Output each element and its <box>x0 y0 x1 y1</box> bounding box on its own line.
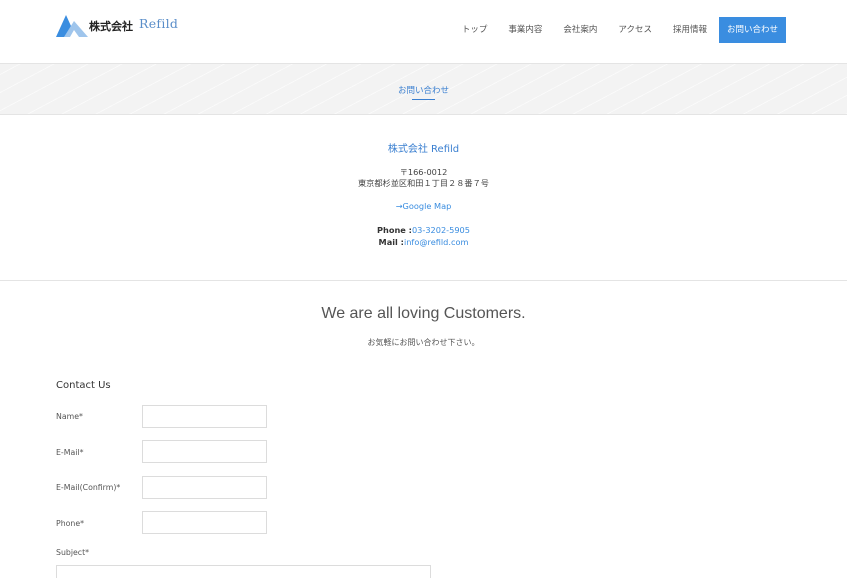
mail-link[interactable]: info@refild.com <box>404 237 468 247</box>
company-name: 株式会社 Refild <box>387 144 460 155</box>
phone-label: Phone : <box>377 225 412 235</box>
nav-item-company[interactable]: 会社案内 <box>563 17 597 43</box>
company-info: 株式会社 Refild 〒166-0012 東京都杉並区和田１丁目２８番７号 →… <box>0 115 847 281</box>
name-label: Name* <box>56 412 83 421</box>
name-input[interactable] <box>142 405 267 428</box>
phone-row: Phone :03-3202-5905 <box>0 225 847 235</box>
page-title-band: お問い合わせ <box>0 63 847 115</box>
email-confirm-label: E-Mail(Confirm)* <box>56 483 121 492</box>
subject-label: Subject* <box>56 548 90 557</box>
nav-item-business[interactable]: 事業内容 <box>508 17 542 43</box>
logo-jp-text: 株式会社 <box>89 20 133 33</box>
title-underline <box>412 99 435 100</box>
email-input[interactable] <box>142 440 267 463</box>
contact-form-title: Contact Us <box>56 380 111 391</box>
site-header: 株式会社 Refild トップ 事業内容 会社案内 アクセス 採用情報 お問い合… <box>0 0 847 63</box>
nav-item-top[interactable]: トップ <box>462 17 488 43</box>
page-title: お問い合わせ <box>397 86 449 96</box>
welcome-heading: We are all loving Customers. <box>321 305 526 322</box>
mail-row: Mail :info@refild.com <box>0 237 847 247</box>
nav-item-recruit[interactable]: 採用情報 <box>673 17 707 43</box>
mail-label: Mail : <box>378 237 404 247</box>
main-nav: トップ 事業内容 会社案内 アクセス 採用情報 お問い合わせ <box>462 17 786 43</box>
subject-input[interactable] <box>56 565 431 578</box>
email-label: E-Mail* <box>56 448 84 457</box>
company-address: 東京都杉並区和田１丁目２８番７号 <box>357 178 489 188</box>
welcome-subtitle: お気軽にお問い合わせ下さい。 <box>367 338 480 347</box>
nav-contact-button[interactable]: お問い合わせ <box>718 17 786 43</box>
phone-field-label: Phone* <box>56 519 85 528</box>
email-confirm-input[interactable] <box>142 476 267 499</box>
phone-input[interactable] <box>142 511 267 534</box>
logo-en-text: Refild <box>139 16 179 31</box>
phone-link[interactable]: 03-3202-5905 <box>412 225 470 235</box>
logo-mountain-icon <box>56 15 88 37</box>
nav-item-access[interactable]: アクセス <box>618 17 652 43</box>
google-map-link[interactable]: →Google Map <box>396 201 452 211</box>
site-logo[interactable]: 株式会社 Refild <box>56 13 178 37</box>
